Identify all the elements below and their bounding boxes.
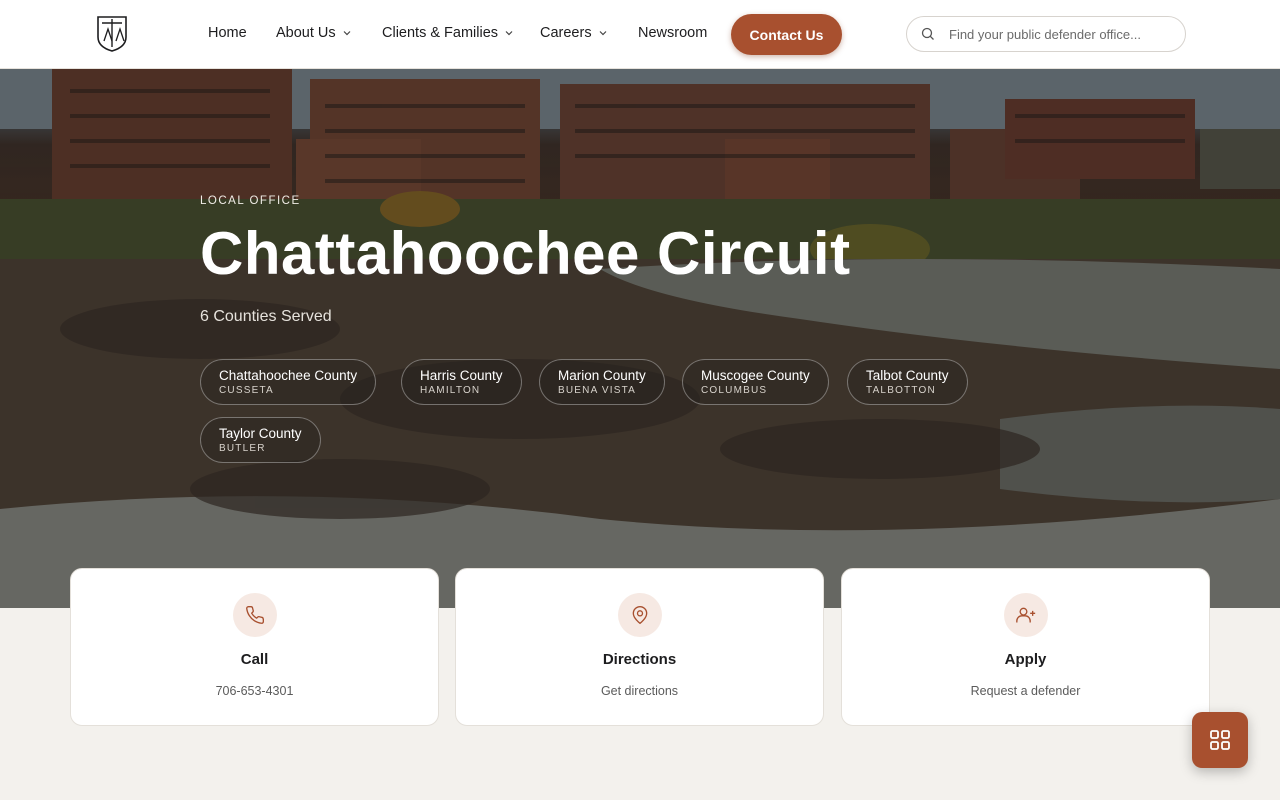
apply-icon-circle <box>1004 593 1048 637</box>
phone-icon <box>246 605 265 624</box>
county-seat: CUSSETA <box>219 385 274 396</box>
page-title: Chattahoochee Circuit <box>200 220 851 287</box>
nav-newsroom[interactable]: Newsroom <box>638 25 707 41</box>
nav-clients-label: Clients & Families <box>382 25 499 41</box>
county-name: Muscogee County <box>701 368 810 383</box>
site-header: Home About Us Clients & Families Careers… <box>0 0 1280 69</box>
contact-us-button[interactable]: Contact Us <box>731 14 842 55</box>
directions-card[interactable]: Directions Get directions <box>455 568 824 726</box>
card-title: Apply <box>1004 651 1047 668</box>
county-name: Talbot County <box>866 368 949 383</box>
county-seat: TALBOTTON <box>866 385 936 396</box>
map-pin-icon <box>632 606 648 625</box>
county-chip-chattahoochee[interactable]: Chattahoochee County CUSSETA <box>200 359 377 405</box>
search-icon <box>921 27 934 40</box>
call-card[interactable]: Call 706-653-4301 <box>70 568 439 726</box>
card-subtitle: Request a defender <box>970 684 1081 698</box>
chevron-down-icon <box>599 31 607 36</box>
county-name: Marion County <box>558 368 646 383</box>
nav-home-label: Home <box>208 25 247 41</box>
grid-icon <box>1210 730 1230 750</box>
call-icon-circle <box>233 593 277 637</box>
hero-banner: LOCAL OFFICE Chattahoochee Circuit 6 Cou… <box>0 69 1280 608</box>
nav-careers[interactable]: Careers <box>540 25 607 41</box>
county-name: Harris County <box>420 368 503 383</box>
nav-clients-families[interactable]: Clients & Families <box>382 25 513 41</box>
directions-icon-circle <box>618 593 662 637</box>
quick-menu-button[interactable] <box>1192 712 1248 768</box>
nav-home[interactable]: Home <box>208 25 247 41</box>
chevron-down-icon <box>343 31 351 36</box>
county-chip-muscogee[interactable]: Muscogee County COLUMBUS <box>682 359 829 405</box>
hero-eyebrow: LOCAL OFFICE <box>200 195 301 207</box>
search-input[interactable] <box>949 26 1169 42</box>
counties-served-count: 6 Counties Served <box>200 308 332 325</box>
county-name: Taylor County <box>219 426 302 441</box>
county-seat: COLUMBUS <box>701 385 768 396</box>
card-subtitle: Get directions <box>600 684 679 698</box>
county-chip-taylor[interactable]: Taylor County BUTLER <box>200 417 321 463</box>
apply-card[interactable]: Apply Request a defender <box>841 568 1210 726</box>
county-chip-marion[interactable]: Marion County BUENA VISTA <box>539 359 665 405</box>
card-title: Call <box>240 651 269 668</box>
nav-about-label: About Us <box>276 25 336 41</box>
card-title: Directions <box>602 651 677 668</box>
office-search[interactable] <box>906 16 1186 52</box>
chevron-down-icon <box>505 31 513 36</box>
county-seat: HAMILTON <box>420 385 481 396</box>
user-plus-icon <box>1016 607 1036 623</box>
county-name: Chattahoochee County <box>219 368 358 383</box>
nav-newsroom-label: Newsroom <box>638 25 708 41</box>
nav-about[interactable]: About Us <box>276 25 351 41</box>
hero-background-image <box>0 69 1280 608</box>
nav-careers-label: Careers <box>540 25 592 41</box>
phone-number: 706-653-4301 <box>215 684 294 698</box>
county-seat: BUENA VISTA <box>558 385 637 396</box>
logo-icon[interactable] <box>96 15 128 53</box>
county-seat: BUTLER <box>219 443 266 454</box>
county-chip-harris[interactable]: Harris County HAMILTON <box>401 359 522 405</box>
county-chip-talbot[interactable]: Talbot County TALBOTTON <box>847 359 968 405</box>
